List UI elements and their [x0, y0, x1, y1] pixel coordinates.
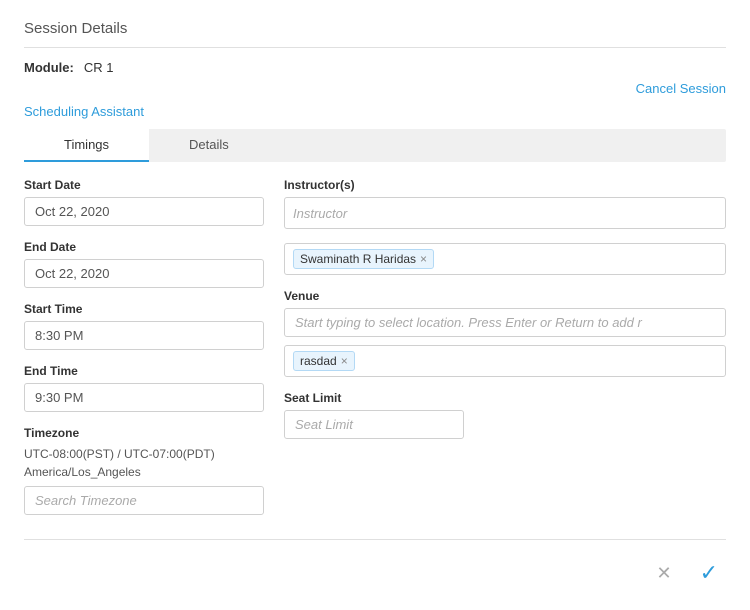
instructor-tag: Swaminath R Haridas × [293, 249, 434, 269]
start-time-input[interactable] [24, 321, 264, 350]
instructor-tag-close[interactable]: × [420, 253, 427, 265]
cancel-button[interactable]: ✕ [648, 556, 679, 590]
timezone-search-input[interactable] [24, 486, 264, 515]
seat-limit-input[interactable] [284, 410, 464, 439]
venue-tag: rasdad × [293, 351, 355, 371]
venue-tag-label: rasdad [300, 354, 337, 368]
tab-timings[interactable]: Timings [24, 129, 149, 162]
confirm-button[interactable]: ✓ [692, 556, 726, 590]
venue-input[interactable]: Start typing to select location. Press E… [284, 308, 726, 337]
module-row: Module: CR 1 [24, 60, 726, 75]
session-details-container: Session Details Module: CR 1 Cancel Sess… [0, 0, 750, 610]
start-date-group: Start Date [24, 178, 264, 226]
seat-limit-label: Seat Limit [284, 391, 726, 405]
instructor-tag-row: Swaminath R Haridas × [284, 243, 726, 275]
instructor-tag-area[interactable]: Swaminath R Haridas × [284, 243, 726, 275]
scheduling-assistant-link[interactable]: Scheduling Assistant [24, 104, 144, 119]
timezone-label: Timezone [24, 426, 264, 440]
end-date-label: End Date [24, 240, 264, 254]
end-time-input[interactable] [24, 383, 264, 412]
tabs-bar: Timings Details [24, 129, 726, 162]
venue-tag-close[interactable]: × [341, 355, 348, 367]
venue-tag-area[interactable]: rasdad × [284, 345, 726, 377]
timezone-group: Timezone UTC-08:00(PST) / UTC-07:00(PDT)… [24, 426, 264, 515]
instructors-group: Instructor(s) Instructor [284, 178, 726, 229]
start-time-label: Start Time [24, 302, 264, 316]
seat-limit-group: Seat Limit [284, 391, 726, 439]
start-date-input[interactable] [24, 197, 264, 226]
section-title: Session Details [24, 20, 726, 37]
end-time-group: End Time [24, 364, 264, 412]
title-divider [24, 47, 726, 48]
instructor-placeholder: Instructor [293, 206, 347, 221]
venue-group: Venue Start typing to select location. P… [284, 289, 726, 377]
cancel-session-link[interactable]: Cancel Session [636, 81, 726, 96]
form-grid: Start Date End Date Start Time End Time … [24, 178, 726, 529]
module-value: CR 1 [84, 60, 114, 75]
col-left: Start Date End Date Start Time End Time … [24, 178, 264, 529]
start-time-group: Start Time [24, 302, 264, 350]
footer-actions: ✕ ✓ [24, 539, 726, 590]
cancel-session-row: Cancel Session [24, 81, 726, 96]
venue-label: Venue [284, 289, 726, 303]
timezone-text: UTC-08:00(PST) / UTC-07:00(PDT) America/… [24, 445, 264, 481]
end-date-input[interactable] [24, 259, 264, 288]
instructor-tag-label: Swaminath R Haridas [300, 252, 416, 266]
module-label: Module: [24, 60, 74, 75]
instructors-label: Instructor(s) [284, 178, 726, 192]
col-right: Instructor(s) Instructor Swaminath R Har… [284, 178, 726, 529]
tab-details[interactable]: Details [149, 129, 269, 162]
end-time-label: End Time [24, 364, 264, 378]
end-date-group: End Date [24, 240, 264, 288]
instructors-input-area[interactable]: Instructor [284, 197, 726, 229]
start-date-label: Start Date [24, 178, 264, 192]
